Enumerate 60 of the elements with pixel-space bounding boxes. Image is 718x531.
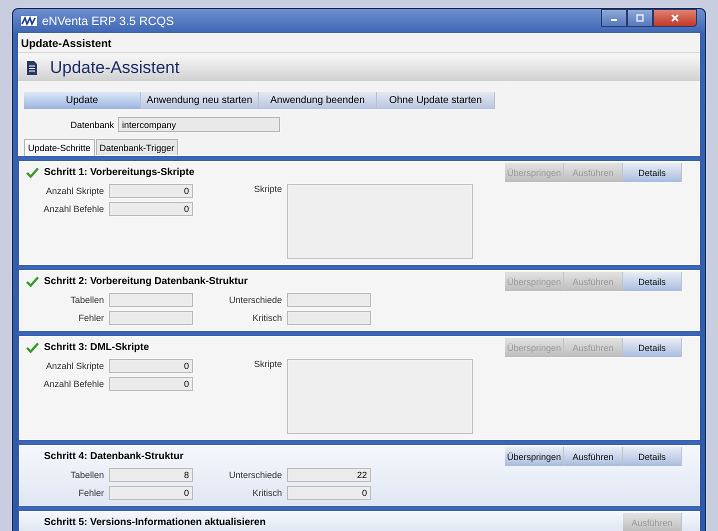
- field-label: Skripte: [252, 359, 282, 369]
- document-icon: [26, 60, 38, 76]
- close-button[interactable]: [653, 9, 697, 27]
- tab[interactable]: Datenbank-Trigger: [96, 139, 178, 155]
- tab[interactable]: Update-Schritte: [24, 139, 95, 156]
- field-label: Tabellen: [69, 295, 104, 305]
- field-label: Anzahl Befehle: [42, 379, 104, 389]
- number-field[interactable]: 0: [109, 359, 193, 373]
- database-field[interactable]: intercompany: [118, 117, 280, 132]
- number-field[interactable]: [287, 311, 371, 325]
- checkmark-icon: [26, 276, 39, 287]
- field-label: Anzahl Skripte: [44, 361, 104, 371]
- field-label: Anzahl Skripte: [44, 186, 104, 196]
- field-label: Kritisch: [251, 488, 282, 498]
- maximize-icon: [635, 13, 645, 23]
- number-field[interactable]: 0: [109, 184, 193, 198]
- field-label: Kritisch: [251, 313, 282, 323]
- number-field[interactable]: 0: [109, 377, 193, 391]
- step-button[interactable]: Details: [623, 163, 682, 182]
- step-button[interactable]: Überspringen: [505, 447, 564, 466]
- number-field[interactable]: 0: [109, 202, 193, 216]
- field-label: Skripte: [252, 184, 282, 194]
- step-button[interactable]: Ausführen: [564, 447, 623, 466]
- toolbar-button[interactable]: Anwendung neu starten: [141, 92, 259, 109]
- number-field[interactable]: 22: [287, 468, 371, 482]
- field-label: Anzahl Befehle: [42, 204, 104, 214]
- checkmark-icon: [26, 342, 39, 353]
- step-title: Schritt 1: Vorbereitungs-Skripte: [44, 167, 194, 178]
- step-title: Schritt 5: Versions-Informationen aktualisieren: [44, 517, 266, 528]
- scripts-text-area[interactable]: [287, 359, 473, 434]
- number-field[interactable]: 8: [109, 468, 193, 482]
- number-field[interactable]: 0: [109, 486, 193, 500]
- minimize-button[interactable]: [601, 9, 627, 27]
- field-label: Fehler: [77, 488, 104, 498]
- scripts-text-area[interactable]: [287, 184, 473, 259]
- number-field[interactable]: 0: [287, 486, 371, 500]
- toolbar-button[interactable]: Ohne Update starten: [377, 92, 495, 109]
- dialog-title: Update-Assistent: [18, 33, 700, 53]
- step-title: Schritt 4: Datenbank-Struktur: [44, 451, 184, 462]
- number-field[interactable]: [109, 293, 193, 307]
- toolbar-button[interactable]: Update: [24, 92, 141, 109]
- checkmark-icon: [26, 167, 39, 178]
- step-title: Schritt 3: DML-Skripte: [44, 342, 150, 353]
- field-label: Tabellen: [69, 470, 104, 480]
- header-title: Update-Assistent: [50, 58, 180, 78]
- number-field[interactable]: [287, 293, 371, 307]
- field-label: Unterschiede: [228, 295, 282, 305]
- wave-logo-icon: [21, 16, 37, 26]
- field-label: Datenbank: [69, 120, 114, 130]
- toolbar-button[interactable]: Anwendung beenden: [259, 92, 377, 109]
- step-title: Schritt 2: Vorbereitung Datenbank-Struktur: [44, 276, 248, 287]
- field-label: Fehler: [77, 313, 104, 323]
- number-field[interactable]: [109, 311, 193, 325]
- step-button[interactable]: Details: [623, 338, 682, 357]
- close-icon: [670, 13, 680, 23]
- step-button[interactable]: Details: [623, 447, 682, 466]
- window-title: eNVenta ERP 3.5 RCQS: [42, 14, 174, 28]
- field-label: Unterschiede: [228, 470, 282, 480]
- maximize-button[interactable]: [627, 9, 653, 27]
- step-button[interactable]: Details: [623, 272, 682, 291]
